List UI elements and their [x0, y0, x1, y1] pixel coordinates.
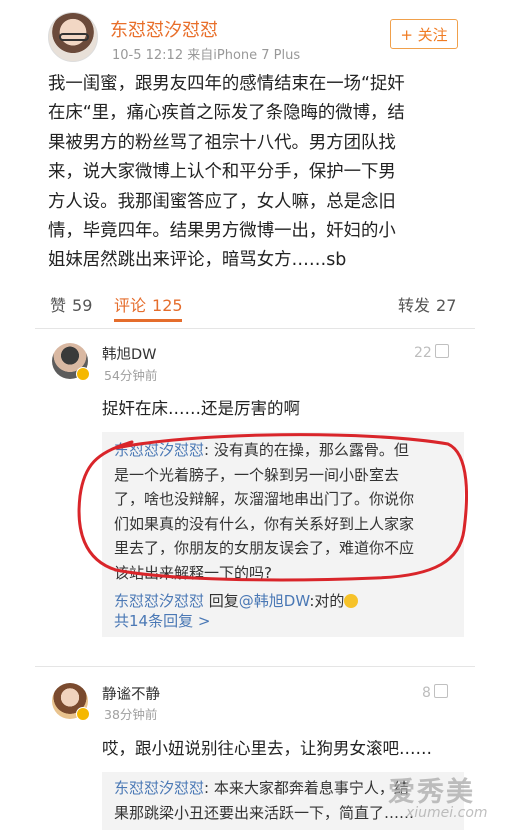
more-replies-link[interactable]: 共14条回复 >: [114, 610, 210, 631]
post-body-line: 我一闺蜜，跟男友四年的感情结束在一场“捉奸: [48, 74, 405, 94]
site-watermark: 爱秀美 xiumei.com: [388, 770, 520, 830]
reply-prefix: 回复: [204, 592, 239, 610]
commenter-avatar[interactable]: [52, 343, 90, 381]
post-body-line: 情，毕竟四年。结果男方微博一出，奸妇的小: [48, 221, 396, 242]
comment-label: 评论: [114, 296, 147, 315]
commenter-name[interactable]: 韩旭DW: [102, 343, 157, 364]
comment-text: 哎，跟小妞说别往心里去，让狗男女滚吧……: [102, 739, 432, 758]
reply-line-text: : 没有真的在操，那么露骨。但: [204, 441, 409, 459]
reply-line-text: : 本来大家都奔着息事宁人，结: [204, 779, 409, 797]
like-label: 赞: [50, 296, 67, 315]
smile-emoji-icon: [344, 594, 359, 608]
post-body-line: 来，说大家微博上认个和平分手，保护一下男: [48, 162, 396, 183]
reply-line: 里去了，你朋友的女朋友误会了，难道你不应: [114, 539, 415, 557]
commenter-avatar[interactable]: [52, 683, 90, 721]
comment-time: 54分钟前: [104, 368, 158, 383]
reply-line: 该站出来解释一下的吗?: [114, 563, 272, 582]
comment-item: 韩旭DW 54分钟前 22 捉奸在床……还是厉害的啊 东怼怼汐怼怼: 没有真的在…: [0, 340, 527, 640]
comment-like-button[interactable]: 22: [414, 344, 449, 361]
post-body-line: 姐妹居然跳出来评论，暗骂女方……sb: [48, 250, 347, 271]
reply-text: 东怼怼汐怼怼: 没有真的在操，那么露骨。但 是一个光着膀子，一个躲到另一间小卧室…: [114, 438, 459, 614]
action-bar: 赞 59 评论 125 转发 27: [48, 285, 462, 325]
active-tab-indicator: [114, 319, 182, 322]
avatar[interactable]: [48, 12, 98, 62]
like-count: 59: [72, 296, 93, 315]
post-body-line: 方人设。我那闺蜜答应了，女人嘛，总是念旧: [48, 191, 396, 212]
post-meta: 10-5 12:12 来自iPhone 7 Plus: [112, 44, 300, 63]
post-body-line: 果被男方的粉丝骂了祖宗十八代。男方团队找: [48, 132, 396, 153]
follow-button[interactable]: + 关注: [390, 19, 458, 49]
reply-line: 是一个光着膀子，一个躲到另一间小卧室去: [114, 465, 400, 484]
commenter-name[interactable]: 静谧不静: [102, 683, 160, 704]
divider: [35, 666, 475, 667]
reply-author[interactable]: 东怼怼汐怼怼: [114, 592, 204, 610]
repost-count: 27: [436, 296, 457, 315]
reply-line: 了，啥也没辩解，灰溜溜地串出门了。你说你: [114, 490, 415, 508]
reply-line: 们如果真的没有什么，你有关系好到上人家家: [114, 514, 415, 533]
comment-time: 38分钟前: [104, 707, 158, 722]
watermark-en: xiumei.com: [406, 805, 488, 821]
glasses-decoration: [59, 33, 89, 41]
verified-badge-icon: [76, 707, 90, 721]
verified-badge-icon: [76, 367, 90, 381]
mention-link[interactable]: @韩旭DW: [239, 592, 310, 610]
reply-author[interactable]: 东怼怼汐怼怼: [114, 441, 204, 459]
watermark-cn: 爱秀美: [388, 777, 475, 808]
comment-like-count: 22: [414, 345, 432, 361]
post-source: 来自iPhone 7 Plus: [187, 48, 301, 63]
reply-author[interactable]: 东怼怼汐怼怼: [114, 779, 204, 797]
thumbs-up-icon: [433, 684, 448, 698]
thumbs-up-icon: [434, 344, 449, 358]
post-author-name[interactable]: 东怼怼汐怼怼: [110, 16, 218, 42]
repost-label: 转发: [398, 296, 431, 315]
divider: [35, 328, 475, 329]
reply-line: 东怼怼汐怼怼: 没有真的在操，那么露骨。但: [114, 438, 459, 463]
post-body: 我一闺蜜，跟男友四年的感情结束在一场“捉奸 在床“里，痛心疾首之际发了条隐晦的微…: [48, 70, 480, 276]
comment-like-button[interactable]: 8: [422, 684, 448, 701]
reply-box[interactable]: 东怼怼汐怼怼: 没有真的在操，那么露骨。但 是一个光着膀子，一个躲到另一间小卧室…: [102, 432, 464, 637]
repost-tab[interactable]: 转发 27: [398, 292, 456, 316]
comment-count: 125: [152, 296, 183, 315]
comment-text: 捉奸在床……还是厉害的啊: [102, 399, 300, 418]
like-tab[interactable]: 赞 59: [50, 292, 92, 316]
post-time: 10-5 12:12: [112, 48, 184, 63]
comment-tab[interactable]: 评论 125: [114, 292, 527, 316]
comment-like-count: 8: [422, 685, 431, 701]
post-body-line: 在床“里，痛心疾首之际发了条隐晦的微博，结: [48, 103, 405, 124]
post-header: 东怼怼汐怼怼 10-5 12:12 来自iPhone 7 Plus + 关注: [0, 0, 527, 70]
reply-line-text: :对的: [309, 592, 345, 610]
